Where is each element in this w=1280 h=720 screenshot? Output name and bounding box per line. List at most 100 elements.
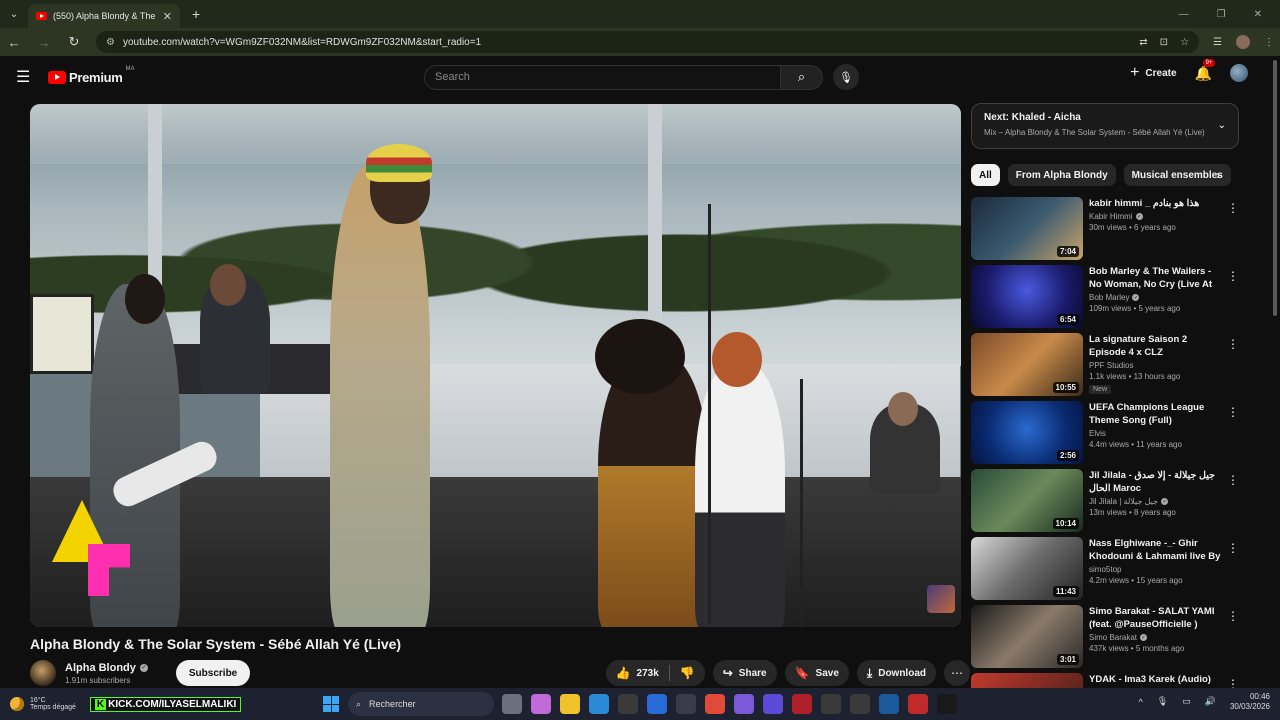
back-icon[interactable]: ← bbox=[6, 35, 22, 50]
install-app-icon[interactable]: ⊡ bbox=[1160, 37, 1168, 48]
recommendation-item[interactable]: 7:04 kabir himmi _ هذا هو بنادم Kabir Hi… bbox=[971, 197, 1243, 265]
windows-start-icon[interactable] bbox=[323, 696, 339, 712]
kebab-menu-icon[interactable]: ⋮ bbox=[1227, 473, 1239, 487]
kebab-menu-icon[interactable]: ⋮ bbox=[1227, 269, 1239, 283]
taskbar-app-icon[interactable] bbox=[734, 694, 754, 714]
recommendation-thumbnail[interactable]: 6:54 bbox=[971, 265, 1083, 328]
channel-avatar[interactable] bbox=[30, 660, 56, 686]
reload-icon[interactable]: ↻ bbox=[66, 34, 82, 50]
kebab-menu-icon[interactable]: ⋮ bbox=[1227, 405, 1239, 419]
create-button[interactable]: + Create bbox=[1130, 64, 1176, 82]
recommendation-item[interactable]: 6:54 Bob Marley & The Wailers - No Woman… bbox=[971, 265, 1243, 333]
search-button[interactable]: ⌕ bbox=[781, 64, 823, 90]
weather-widget[interactable]: 16°C Temps dégagé bbox=[10, 697, 76, 711]
download-button[interactable]: ⤓ Download bbox=[856, 660, 936, 686]
recommendation-thumbnail[interactable]: 7:04 bbox=[971, 197, 1083, 260]
save-button[interactable]: 🔖 Save bbox=[784, 660, 849, 686]
account-avatar[interactable] bbox=[1230, 64, 1248, 82]
scrollbar[interactable] bbox=[1272, 60, 1278, 700]
search-input[interactable] bbox=[424, 64, 781, 90]
recommendation-title[interactable]: kabir himmi _ هذا هو بنادم bbox=[1089, 197, 1225, 210]
chevron-down-icon[interactable]: ⌄ bbox=[1218, 120, 1226, 131]
speaker-icon[interactable]: 🔊 bbox=[1205, 696, 1216, 707]
profile-avatar[interactable] bbox=[1236, 35, 1250, 49]
recommendation-channel[interactable]: Kabir Himmi bbox=[1089, 212, 1133, 221]
recommendation-thumbnail[interactable]: 3:01 bbox=[971, 605, 1083, 668]
channel-name[interactable]: Alpha Blondy bbox=[65, 662, 136, 674]
recommendation-thumbnail[interactable]: 2:56 bbox=[971, 401, 1083, 464]
notifications-button[interactable]: 🔔 9+ bbox=[1195, 58, 1216, 82]
taskbar-app-icon[interactable] bbox=[850, 694, 870, 714]
subscribe-button[interactable]: Subscribe bbox=[175, 660, 251, 686]
new-tab-button[interactable]: + bbox=[192, 6, 200, 22]
taskbar-app-icon[interactable] bbox=[908, 694, 928, 714]
chip-from-channel[interactable]: From Alpha Blondy bbox=[1007, 164, 1116, 186]
recommendation-title[interactable]: YDAK - Ima3 Karek (Audio) bbox=[1089, 673, 1225, 686]
taskbar-app-icon[interactable] bbox=[502, 694, 522, 714]
forward-icon[interactable]: → bbox=[36, 35, 52, 50]
recommendation-item[interactable]: 10:55 La signature Saison 2 Episode 4 x … bbox=[971, 333, 1243, 401]
reading-list-icon[interactable]: ☰ bbox=[1213, 37, 1222, 48]
recommendation-channel[interactable]: Bob Marley bbox=[1089, 293, 1129, 302]
chevron-up-icon[interactable]: ^ bbox=[1139, 697, 1143, 707]
taskbar-app-icon[interactable] bbox=[560, 694, 580, 714]
up-next-panel[interactable]: Next: Khaled - Aicha Mix – Alpha Blondy … bbox=[971, 103, 1239, 149]
recommendation-title[interactable]: Jil Jilala - جيل جيلالة - إلا صدق الحال … bbox=[1089, 469, 1225, 495]
browser-menu-icon[interactable]: ⋮ bbox=[1264, 37, 1274, 48]
recommendation-item[interactable]: 2:56 UEFA Champions League Theme Song (F… bbox=[971, 401, 1243, 469]
like-button[interactable]: 👍 273k bbox=[605, 660, 669, 686]
taskbar-app-icon[interactable] bbox=[937, 694, 957, 714]
recommendation-thumbnail[interactable]: 10:14 bbox=[971, 469, 1083, 532]
video-player[interactable] bbox=[30, 104, 961, 627]
chip-all[interactable]: All bbox=[971, 164, 1000, 186]
recommendation-channel[interactable]: simo5top bbox=[1089, 565, 1121, 574]
recommendation-channel[interactable]: PPF Studios bbox=[1089, 361, 1133, 370]
taskbar-app-icon[interactable] bbox=[647, 694, 667, 714]
recommendation-channel[interactable]: Elvis bbox=[1089, 429, 1106, 438]
kebab-menu-icon[interactable]: ⋮ bbox=[1227, 609, 1239, 623]
recommendation-title[interactable]: Bob Marley & The Wailers - No Woman, No … bbox=[1089, 265, 1225, 291]
recommendation-item[interactable]: 11:43 Nass Elghiwane -_- Ghir Khodouni &… bbox=[971, 537, 1243, 605]
recommendation-item[interactable]: 10:14 Jil Jilala - جيل جيلالة - إلا صدق … bbox=[971, 469, 1243, 537]
translate-icon[interactable]: ⇄ bbox=[1139, 37, 1147, 48]
recommendation-channel[interactable]: Simo Barakat bbox=[1089, 633, 1137, 642]
recommendation-title[interactable]: Simo Barakat - SALAT YAMI (feat. @PauseO… bbox=[1089, 605, 1225, 631]
kebab-menu-icon[interactable]: ⋮ bbox=[1227, 541, 1239, 555]
site-info-icon[interactable]: ⚙ bbox=[106, 37, 115, 48]
tab-youtube[interactable]: (550) Alpha Blondy & The S ✕ bbox=[28, 4, 180, 28]
kebab-menu-icon[interactable]: ⋮ bbox=[1227, 201, 1239, 215]
voice-search-button[interactable]: 🎙 bbox=[833, 64, 859, 90]
video-branding-thumb[interactable] bbox=[927, 585, 955, 613]
hamburger-menu-icon[interactable]: ☰ bbox=[16, 67, 32, 87]
address-bar[interactable]: ⚙ youtube.com/watch?v=WGm9ZF032NM&list=R… bbox=[96, 31, 1200, 53]
taskbar-app-icon[interactable] bbox=[879, 694, 899, 714]
taskbar-app-icon[interactable] bbox=[531, 694, 551, 714]
display-icon[interactable]: ▭ bbox=[1182, 696, 1191, 707]
taskbar-app-icon[interactable] bbox=[618, 694, 638, 714]
more-actions-icon[interactable]: ⋯ bbox=[944, 660, 970, 686]
bookmark-star-icon[interactable]: ☆ bbox=[1180, 37, 1189, 48]
close-window-icon[interactable]: ✕ bbox=[1254, 9, 1262, 20]
dislike-button[interactable]: 👎 bbox=[669, 660, 705, 686]
recommendation-thumbnail[interactable]: 10:55 bbox=[971, 333, 1083, 396]
taskbar-app-icon[interactable] bbox=[792, 694, 812, 714]
recommendation-channel[interactable]: Jil Jilala | جيل جيلالة bbox=[1089, 497, 1158, 506]
share-button[interactable]: ↪ Share bbox=[712, 660, 777, 686]
chip-musical-ensembles[interactable]: Musical ensembles bbox=[1123, 164, 1231, 186]
recommendation-thumbnail[interactable]: 11:43 bbox=[971, 537, 1083, 600]
recommendation-title[interactable]: La signature Saison 2 Episode 4 x CLZ bbox=[1089, 333, 1225, 359]
taskbar-search[interactable]: ⌕ Rechercher bbox=[348, 692, 494, 716]
tab-close-icon[interactable]: ✕ bbox=[163, 10, 172, 23]
youtube-logo[interactable]: Premium MA bbox=[48, 66, 135, 85]
recommendation-title[interactable]: Nass Elghiwane -_- Ghir Khodouni & Lahma… bbox=[1089, 537, 1225, 563]
taskbar-app-icon[interactable] bbox=[763, 694, 783, 714]
scrollbar-thumb[interactable] bbox=[1273, 60, 1277, 316]
taskbar-app-icon[interactable] bbox=[676, 694, 696, 714]
recommendation-title[interactable]: UEFA Champions League Theme Song (Full) bbox=[1089, 401, 1225, 427]
recommendation-item[interactable]: 3:01 Simo Barakat - SALAT YAMI (feat. @P… bbox=[971, 605, 1243, 673]
taskbar-app-icon[interactable] bbox=[589, 694, 609, 714]
minimize-icon[interactable]: — bbox=[1179, 9, 1189, 20]
kebab-menu-icon[interactable]: ⋮ bbox=[1227, 337, 1239, 351]
tab-list-chevron-icon[interactable]: ⌄ bbox=[0, 0, 28, 28]
microphone-icon[interactable]: 🎙 bbox=[1157, 696, 1168, 707]
